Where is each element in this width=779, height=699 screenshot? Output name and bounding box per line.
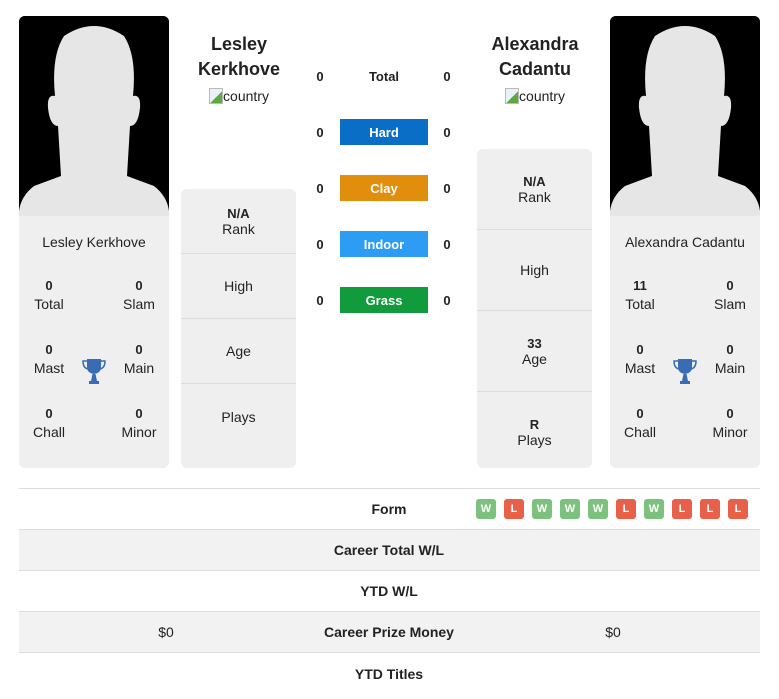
h2h-row-hard: 0 Hard 0 — [305, 118, 465, 146]
player1-prize: $0 — [158, 624, 174, 640]
h2h-row-indoor: 0 Indoor 0 — [305, 230, 465, 258]
player1-name-line2[interactable]: Kerkhove — [164, 57, 314, 82]
info-rank: N/A Rank — [477, 149, 592, 230]
player1-header: Lesley Kerkhove country — [164, 32, 314, 109]
info-plays: R Plays — [517, 417, 552, 448]
info-age: 33 Age — [477, 311, 592, 392]
info-high: High — [477, 230, 592, 311]
row-prize-money: $0 Career Prize Money $0 — [19, 612, 760, 653]
form-label: Form — [371, 501, 407, 517]
info-age: Age — [181, 319, 296, 384]
player1-photo — [19, 16, 169, 216]
comparison-table: Form W L W W W L W L L L Career Total W/… — [19, 488, 760, 694]
row-ytd-titles: YTD Titles — [354, 665, 424, 682]
player2-header: Alexandra Cadantu country — [460, 32, 610, 109]
titles-minor: 0 Minor — [121, 406, 157, 440]
player2-country-flag: country — [505, 88, 565, 104]
player2-name-line1[interactable]: Alexandra — [460, 32, 610, 57]
form-result-badge[interactable]: L — [672, 499, 692, 519]
form-result-badge[interactable]: L — [728, 499, 748, 519]
broken-image-icon — [209, 88, 224, 104]
player1-name-line1[interactable]: Lesley — [164, 32, 314, 57]
info-high: High — [181, 254, 296, 319]
surface-hard-badge[interactable]: Hard — [340, 119, 428, 145]
surface-clay-badge[interactable]: Clay — [340, 175, 428, 201]
form-result-badge[interactable]: L — [504, 499, 524, 519]
silhouette-icon — [19, 16, 169, 216]
player2-titles: 11 Total 0 Slam 0 Mast 0 Main 0 Chall 0 Minor — [610, 278, 760, 468]
player2-card-name: Alexandra Cadantu — [625, 234, 745, 250]
form-result-badge[interactable]: W — [560, 499, 580, 519]
trophy-icon — [673, 359, 697, 384]
titles-total: 0 Total — [34, 278, 64, 312]
row-ytd-wl: YTD W/L — [19, 571, 760, 612]
form-result-badge[interactable]: W — [532, 499, 552, 519]
form-result-badge[interactable]: W — [476, 499, 496, 519]
player1-country-flag: country — [209, 88, 269, 104]
titles-main: 0 Main — [123, 342, 155, 376]
titles-mast: 0 Mast — [624, 342, 656, 376]
player2-info-card: N/A Rank High 33 Age R Plays — [477, 149, 592, 468]
player1-titles: 0 Total 0 Slam 0 Mast 0 Main 0 Chall 0 Minor — [19, 278, 169, 468]
titles-slam: 0 Slam — [714, 278, 746, 312]
surface-total: Total — [368, 68, 400, 84]
form-result-badge[interactable]: W — [588, 499, 608, 519]
surface-grass-badge[interactable]: Grass — [340, 287, 428, 313]
broken-image-icon — [505, 88, 520, 104]
player2-card: Alexandra Cadantu 11 Total 0 Slam 0 Mast 0M… — [610, 16, 760, 468]
form-result-badge[interactable]: L — [700, 499, 720, 519]
titles-minor: 0 Minor — [712, 406, 748, 440]
h2h-row-clay: 0 Clay 0 — [305, 174, 465, 202]
h2h-row-grass: 0 Grass 0 — [305, 286, 465, 314]
info-plays: Plays — [221, 408, 256, 425]
player1-info-card: N/A Rank High Age Plays — [181, 189, 296, 468]
form-badges: W L W W W L W L L L — [476, 499, 748, 519]
form-result-badge[interactable]: L — [616, 499, 636, 519]
form-result-badge[interactable]: W — [644, 499, 664, 519]
titles-chall: 0 Chall — [624, 406, 656, 440]
player2-prize: $0 — [605, 624, 621, 640]
titles-mast: 0 Mast — [33, 342, 65, 376]
player2-photo — [610, 16, 760, 216]
titles-chall: 0 Chall — [33, 406, 65, 440]
titles-main: 0 Main — [714, 342, 746, 376]
trophy-icon — [82, 359, 106, 384]
row-career-wl: Career Total W/L — [19, 530, 760, 571]
player2-name-line2[interactable]: Cadantu — [460, 57, 610, 82]
titles-slam: 0 Slam — [123, 278, 155, 312]
silhouette-icon — [610, 16, 760, 216]
surface-indoor-badge[interactable]: Indoor — [340, 231, 428, 257]
row-form: Form W L W W W L W L L L — [19, 489, 760, 530]
player1-card: Lesley Kerkhove 0 Total 0 Slam 0 Mast 0 Main… — [19, 16, 169, 468]
info-rank: N/A Rank — [181, 189, 296, 254]
titles-total: 11 Total — [625, 278, 655, 312]
player1-card-name: Lesley Kerkhove — [42, 234, 146, 250]
h2h-row-total: 0 Total 0 — [305, 62, 465, 90]
